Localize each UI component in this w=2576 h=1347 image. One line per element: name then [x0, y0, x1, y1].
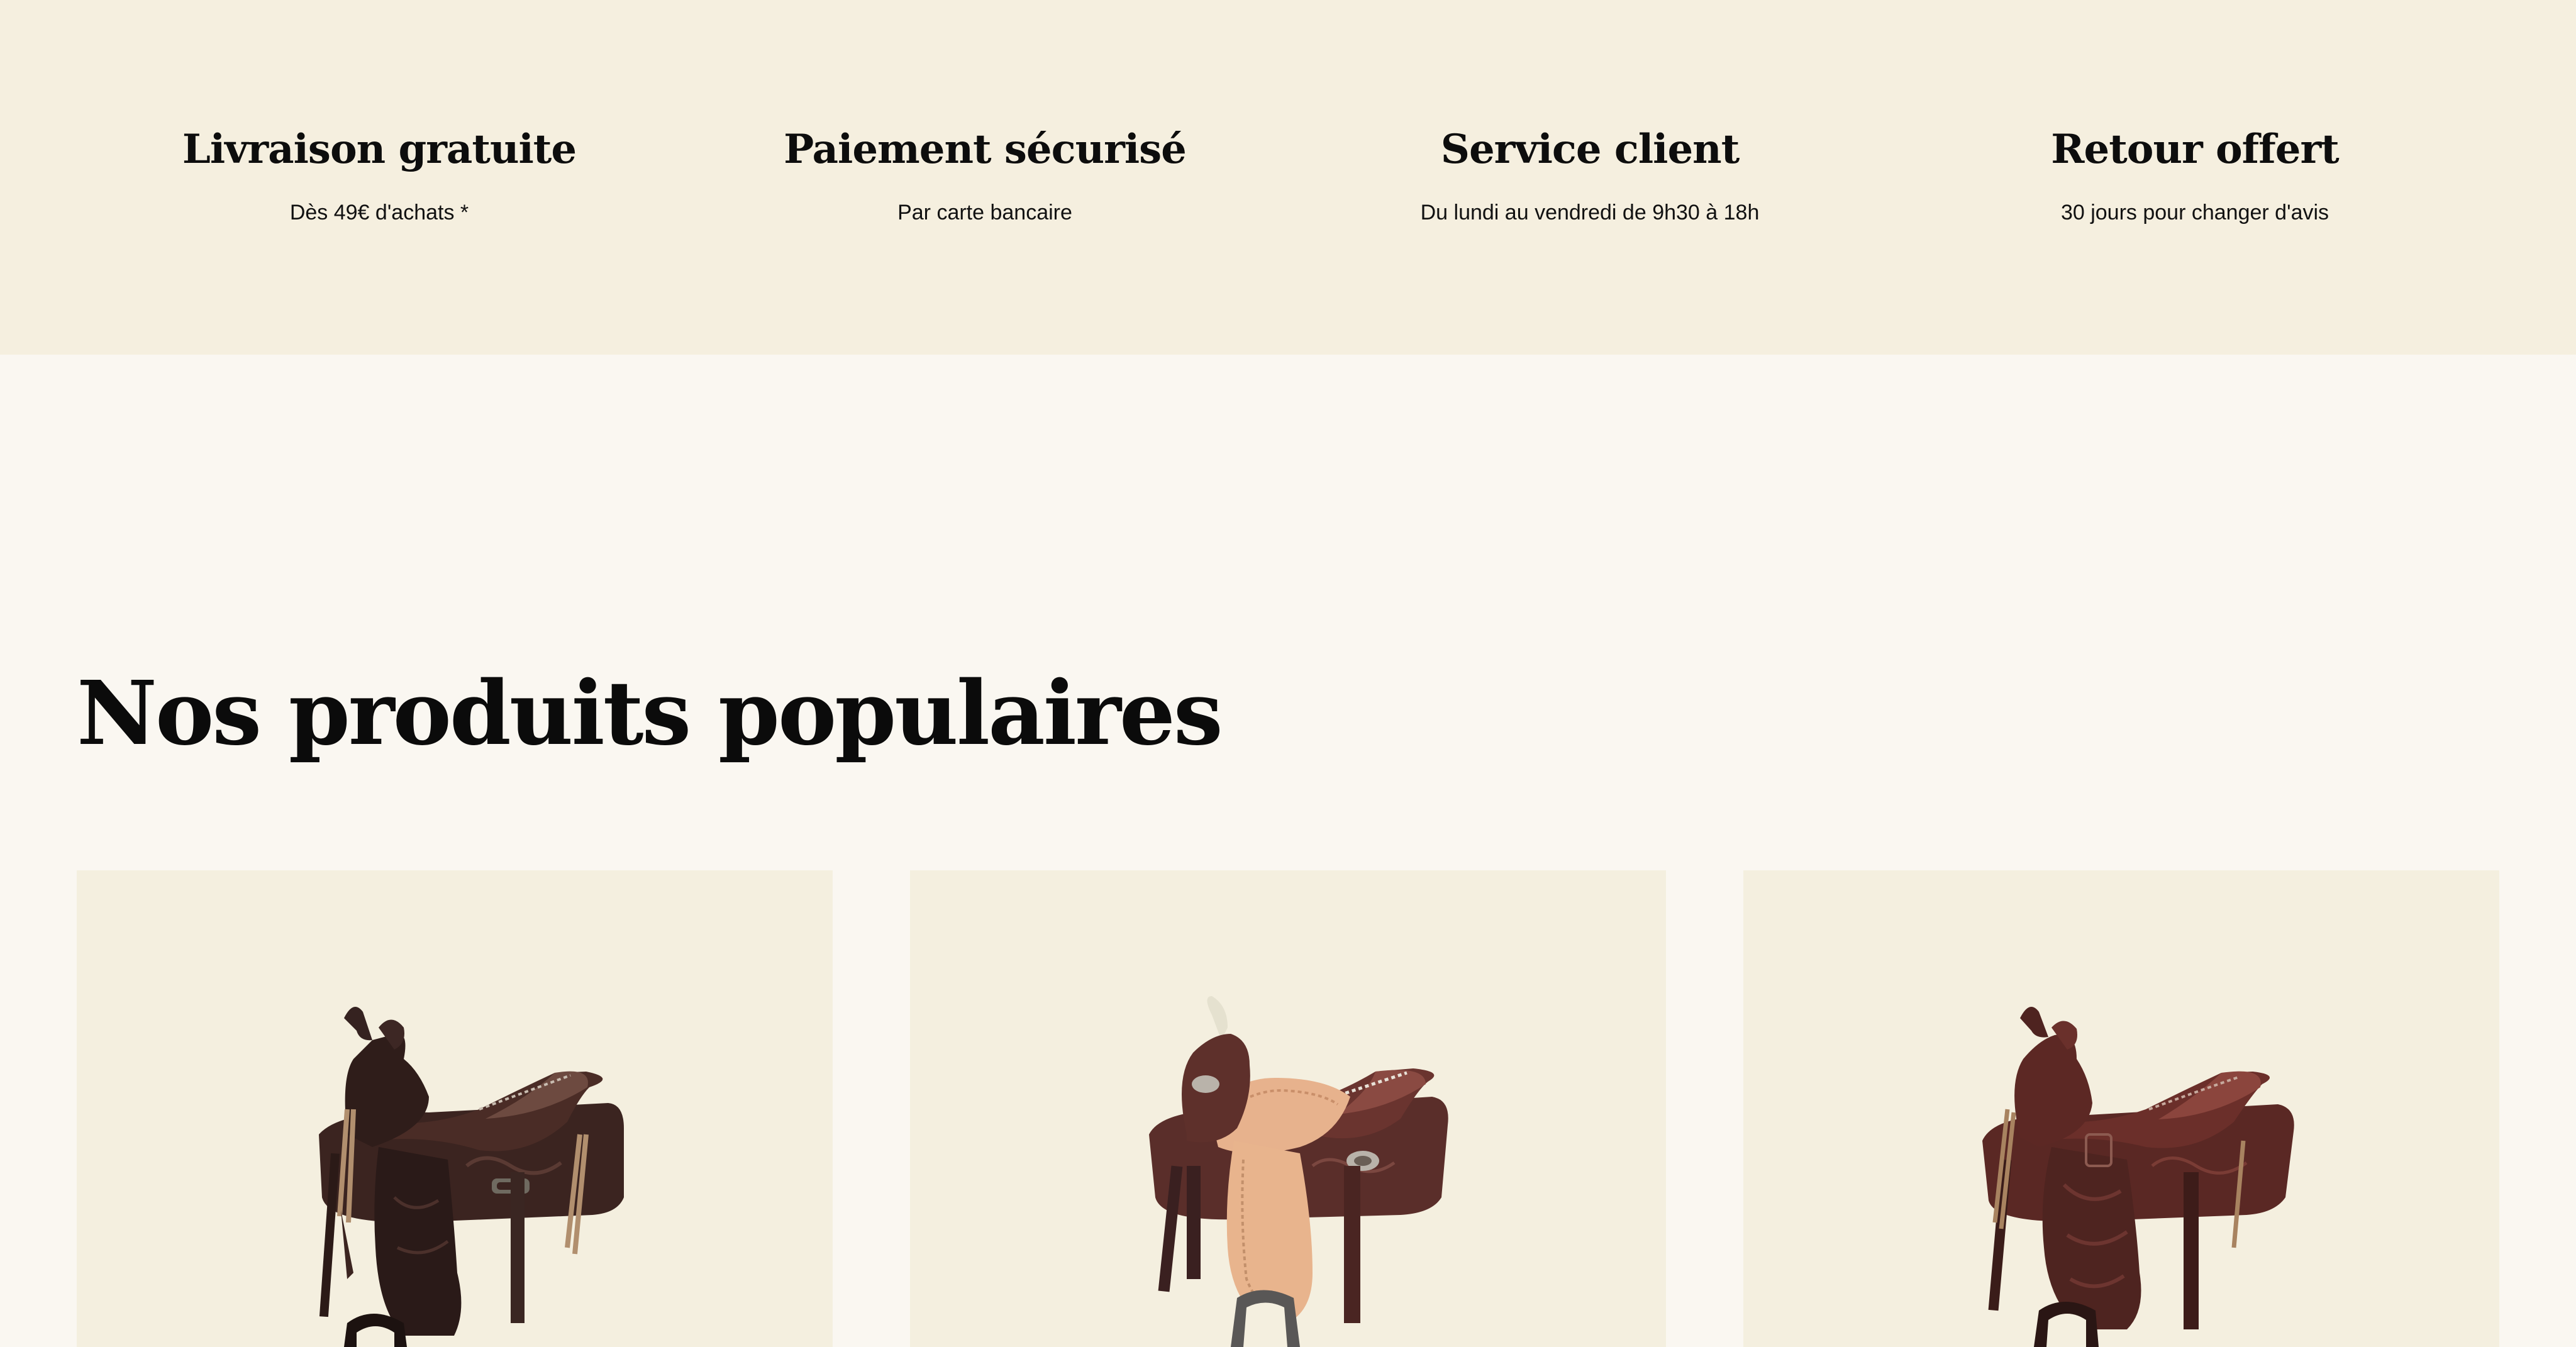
features-band: Livraison gratuite Dès 49€ d'achats * Pa… [0, 0, 2576, 355]
product-card[interactable] [910, 870, 1666, 1347]
feature-title: Livraison gratuite [182, 126, 577, 173]
feature-text: 30 jours pour changer d'avis [2060, 201, 2329, 224]
saddle-image [1982, 1007, 2294, 1347]
feature-title: Service client [1440, 126, 1740, 173]
feature-free-returns: Retour offert 30 jours pour changer d'av… [1912, 119, 2478, 228]
feature-text: Du lundi au vendredi de 9h30 à 18h [1420, 201, 1760, 224]
saddle-image [1149, 996, 1448, 1347]
product-card[interactable] [1743, 870, 2499, 1347]
saddle-image [319, 1007, 624, 1347]
feature-title: Retour offert [2051, 126, 2339, 173]
feature-text: Par carte bancaire [897, 201, 1072, 224]
feature-free-shipping: Livraison gratuite Dès 49€ d'achats * [96, 119, 662, 228]
feature-customer-service: Service client Du lundi au vendredi de 9… [1307, 119, 1873, 228]
product-card[interactable] [77, 870, 833, 1347]
feature-secure-payment: Paiement sécurisé Par carte bancaire [702, 119, 1268, 228]
feature-title: Paiement sécurisé [784, 126, 1187, 173]
feature-text: Dès 49€ d'achats * [289, 201, 469, 224]
popular-products-heading: Nos produits populaires [77, 662, 1223, 765]
